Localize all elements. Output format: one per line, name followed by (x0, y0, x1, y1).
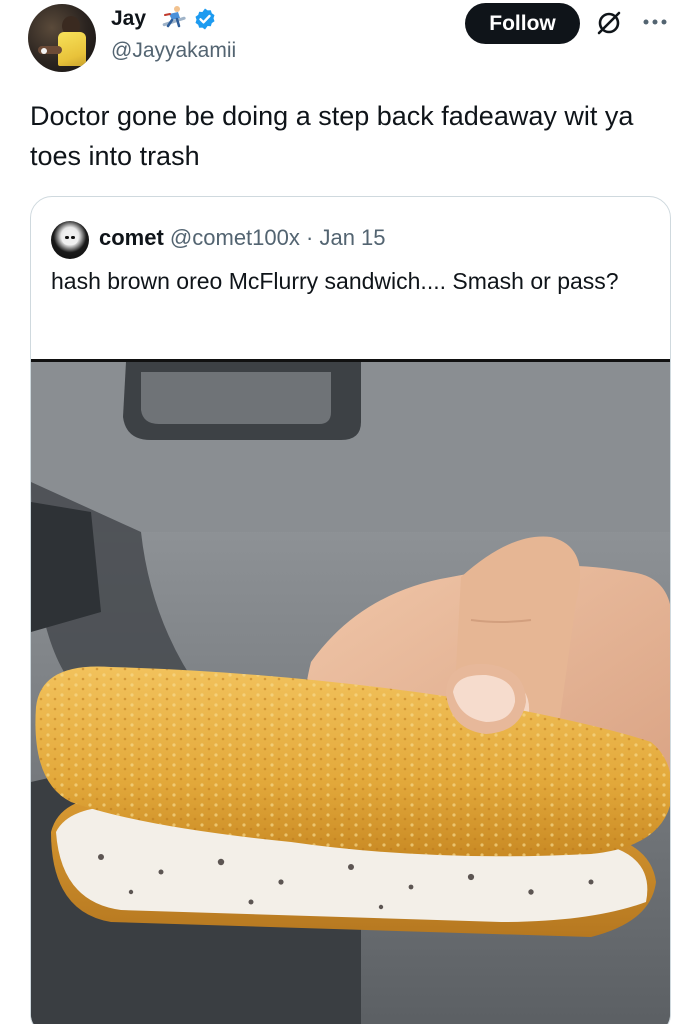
more-icon[interactable] (640, 10, 670, 34)
author-name[interactable]: Jay (111, 6, 146, 32)
skier-emoji-icon (162, 6, 186, 28)
follow-button[interactable]: Follow (465, 3, 580, 44)
quote-text: hash brown oreo McFlurry sandwich.... Sm… (51, 268, 619, 294)
author-avatar[interactable] (28, 4, 96, 72)
verified-badge-icon (195, 8, 215, 30)
hash-brown-photo-illustration (31, 362, 670, 1024)
quoted-tweet-card[interactable]: comet @comet100x · Jan 15 hash brown ore… (30, 196, 671, 1024)
quote-separator: · (306, 225, 314, 250)
tweet-header: Jay @Jayyakamii Follow (0, 0, 700, 80)
quote-media-photo[interactable] (31, 359, 670, 1024)
quote-author-name[interactable]: comet (99, 225, 164, 250)
quote-author-avatar[interactable] (51, 221, 89, 259)
quote-date[interactable]: Jan 15 (319, 225, 385, 250)
author-handle[interactable]: @Jayyakamii (111, 38, 236, 64)
tweet-text: Doctor gone be doing a step back fadeawa… (30, 101, 634, 171)
quote-meta: comet @comet100x · Jan 15 (99, 223, 386, 253)
grok-icon[interactable] (594, 8, 624, 38)
quote-author-handle[interactable]: @comet100x (170, 225, 300, 250)
